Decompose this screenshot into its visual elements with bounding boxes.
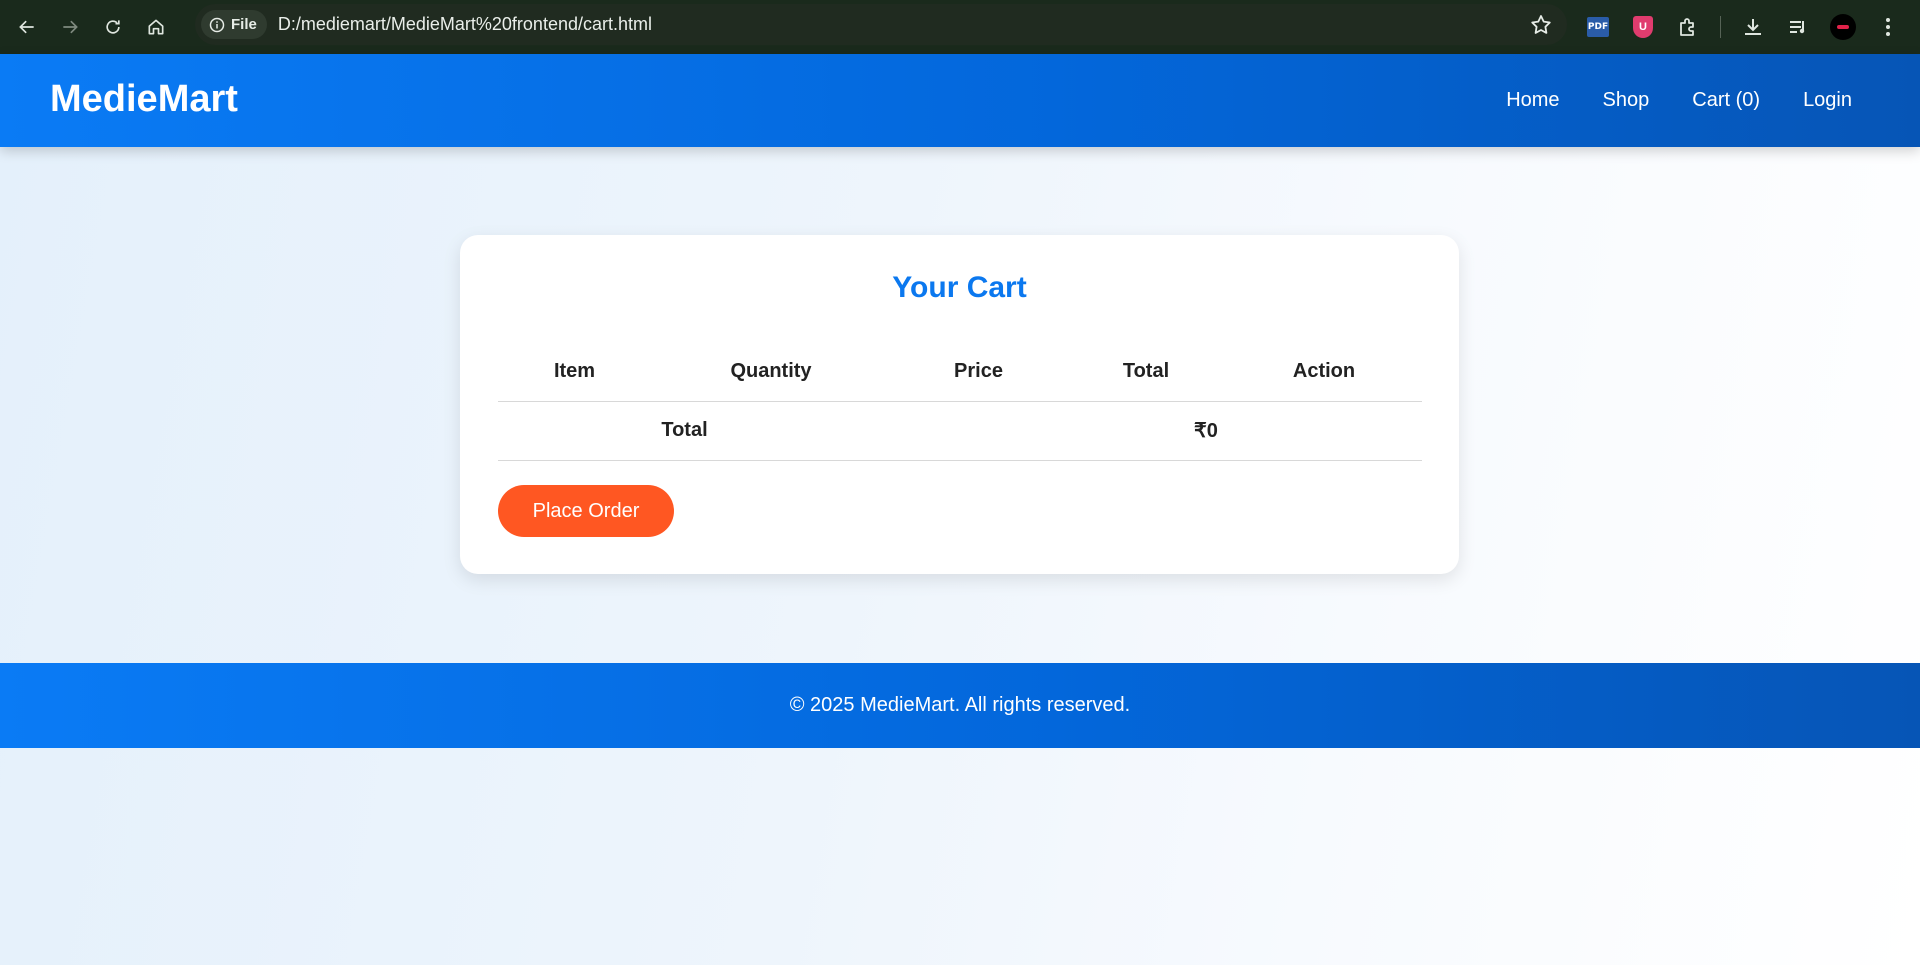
- site-footer: © 2025 MedieMart. All rights reserved.: [0, 663, 1920, 748]
- avatar: [1830, 14, 1856, 40]
- downloads-button[interactable]: [1740, 14, 1766, 40]
- back-button[interactable]: [11, 11, 43, 43]
- nav-login-link[interactable]: Login: [1803, 89, 1852, 112]
- column-header-action: Action: [1226, 342, 1422, 402]
- home-button[interactable]: [140, 11, 172, 43]
- extensions-area: PDF U: [1585, 0, 1920, 54]
- browser-toolbar: File D:/mediemart/MedieMart%20frontend/c…: [0, 0, 1920, 54]
- site-logo[interactable]: MedieMart: [50, 78, 238, 121]
- cart-total-label: Total: [498, 401, 1066, 461]
- address-bar[interactable]: File D:/mediemart/MedieMart%20frontend/c…: [195, 4, 1567, 45]
- info-icon: [209, 17, 225, 32]
- site-header: MedieMart Home Shop Cart (0) Login: [0, 54, 1920, 147]
- bookmark-star-icon[interactable]: [1529, 13, 1553, 37]
- url-text[interactable]: D:/mediemart/MedieMart%20frontend/cart.h…: [278, 14, 652, 35]
- nav-home-link[interactable]: Home: [1506, 89, 1559, 112]
- forward-button[interactable]: [54, 11, 86, 43]
- home-icon: [148, 19, 164, 35]
- arrow-right-icon: [63, 20, 78, 34]
- column-header-total: Total: [1066, 342, 1226, 402]
- cart-table-header-row: Item Quantity Price Total Action: [498, 342, 1422, 402]
- profile-button[interactable]: [1830, 14, 1856, 40]
- pdf-icon: PDF: [1587, 17, 1609, 37]
- reload-icon: [106, 20, 120, 34]
- place-order-button[interactable]: Place Order: [498, 485, 674, 537]
- column-header-item: Item: [498, 342, 651, 402]
- menu-button[interactable]: [1875, 14, 1901, 40]
- cart-total-amount: ₹0: [1194, 420, 1218, 442]
- column-header-quantity: Quantity: [651, 342, 891, 402]
- pdf-extension[interactable]: PDF: [1585, 14, 1611, 40]
- cart-total-value: ₹0: [1066, 401, 1422, 461]
- shield-extension[interactable]: U: [1630, 14, 1656, 40]
- extensions-button[interactable]: [1675, 14, 1701, 40]
- reload-button[interactable]: [97, 11, 129, 43]
- shield-icon: U: [1633, 16, 1653, 38]
- cart-table: Item Quantity Price Total Action Total ₹…: [498, 342, 1422, 461]
- nav-cart-link[interactable]: Cart (0): [1692, 89, 1760, 112]
- cart-total-row: Total ₹0: [498, 401, 1422, 461]
- media-control-button[interactable]: [1785, 14, 1811, 40]
- main-nav: Home Shop Cart (0) Login: [1506, 54, 1852, 147]
- arrow-left-icon: [19, 20, 34, 34]
- column-header-price: Price: [891, 342, 1066, 402]
- site-chip-label: File: [231, 16, 257, 33]
- playlist-icon: [1790, 21, 1805, 34]
- site-info-chip[interactable]: File: [201, 10, 267, 39]
- cart-card: Your Cart Item Quantity Price Total Acti…: [460, 235, 1459, 574]
- download-icon: [1745, 19, 1761, 35]
- puzzle-icon: [1680, 18, 1694, 36]
- cart-title: Your Cart: [892, 271, 1027, 304]
- nav-shop-link[interactable]: Shop: [1603, 89, 1650, 112]
- more-vertical-icon: [1886, 18, 1890, 36]
- footer-copyright: © 2025 MedieMart. All rights reserved.: [789, 694, 1131, 716]
- toolbar-divider: [1720, 16, 1721, 38]
